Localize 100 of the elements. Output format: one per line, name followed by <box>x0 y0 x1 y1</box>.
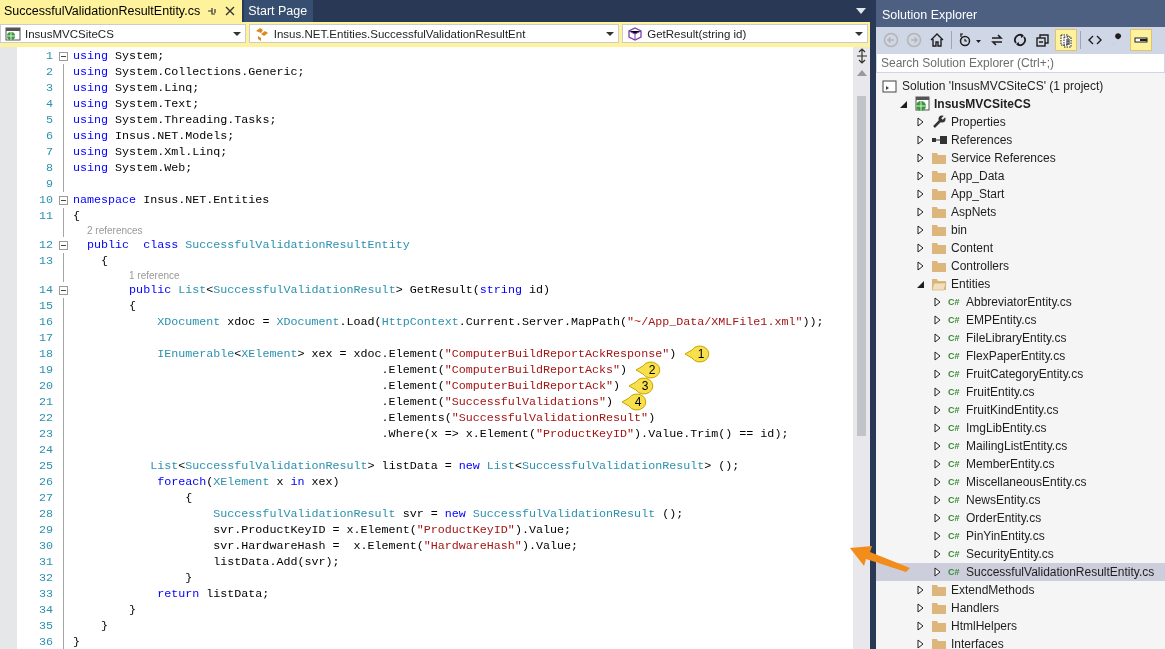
collapsed-arrow-icon[interactable] <box>916 243 926 253</box>
collapse-icon[interactable] <box>58 240 68 250</box>
collapsed-arrow-icon[interactable] <box>933 567 943 577</box>
collapsed-arrow-icon[interactable] <box>916 153 926 163</box>
scrollbar[interactable] <box>853 47 870 649</box>
tree-item[interactable]: Properties <box>876 113 1165 131</box>
csharp-file-icon: C# <box>948 441 963 451</box>
line-number: 32 <box>37 571 53 585</box>
line-number: 19 <box>37 363 53 377</box>
tree-item[interactable]: C# FruitEntity.cs <box>876 383 1165 401</box>
dropdown-caret-icon <box>855 31 863 36</box>
tree-item[interactable]: C# SuccessfulValidationResultEntity.cs <box>876 563 1165 581</box>
folder-icon <box>931 150 947 166</box>
pin-icon[interactable] <box>206 5 219 17</box>
line-number: 29 <box>37 523 53 537</box>
code-line: { <box>184 491 193 505</box>
scrollbar-thumb[interactable] <box>857 96 866 436</box>
csharp-file-icon: C# <box>948 351 963 361</box>
collapsed-arrow-icon[interactable] <box>933 459 943 469</box>
collapsed-arrow-icon[interactable] <box>916 207 926 217</box>
tree-item[interactable]: InsusMVCSiteCS <box>876 95 1165 113</box>
tree-item[interactable]: C# PinYinEntity.cs <box>876 527 1165 545</box>
tree-item[interactable]: C# MailingListEntity.cs <box>876 437 1165 455</box>
tree-item[interactable]: Controllers <box>876 257 1165 275</box>
collapsed-arrow-icon[interactable] <box>933 369 943 379</box>
collapsed-arrow-icon[interactable] <box>916 135 926 145</box>
tree-item[interactable]: App_Data <box>876 167 1165 185</box>
collapsed-arrow-icon[interactable] <box>933 531 943 541</box>
line-number: 7 <box>45 145 53 159</box>
collapsed-arrow-icon[interactable] <box>933 441 943 451</box>
code-line: .Element("ComputerBuildReportAck") <box>380 379 621 393</box>
tree-item[interactable]: C# AbbreviatorEntity.cs <box>876 293 1165 311</box>
tree-item[interactable]: C# FruitCategoryEntity.cs <box>876 365 1165 383</box>
close-icon[interactable] <box>224 5 237 17</box>
tree-item[interactable]: C# FileLibraryEntity.cs <box>876 329 1165 347</box>
collapsed-arrow-icon[interactable] <box>933 513 943 523</box>
dropdown-caret-icon[interactable] <box>856 8 866 14</box>
code-line: } <box>73 635 80 649</box>
tree-item[interactable]: Interfaces <box>876 635 1165 649</box>
collapsed-arrow-icon[interactable] <box>933 423 943 433</box>
tree-item[interactable]: C# OrderEntity.cs <box>876 509 1165 527</box>
navigation-dropdown[interactable]: Insus.NET.Entities.SuccessfulValidationResultEnt <box>248 24 620 43</box>
collapsed-arrow-icon[interactable] <box>916 639 926 649</box>
tree-item[interactable]: C# SecurityEntity.cs <box>876 545 1165 563</box>
folder-icon <box>931 636 947 649</box>
folder-icon <box>931 186 947 202</box>
collapsed-arrow-icon[interactable] <box>933 549 943 559</box>
tree-item[interactable]: HtmlHelpers <box>876 617 1165 635</box>
navigation-dropdown[interactable]: InsusMVCSiteCS <box>0 24 246 43</box>
tree-item[interactable]: C# EMPEntity.cs <box>876 311 1165 329</box>
collapsed-arrow-icon[interactable] <box>933 333 943 343</box>
code-line: List<SuccessfulValidationResult> listData = new List<SuccessfulValidationResult> (); <box>149 459 740 473</box>
tree-item[interactable]: C# ImgLibEntity.cs <box>876 419 1165 437</box>
tree-item[interactable]: ExtendMethods <box>876 581 1165 599</box>
tree-item[interactable]: Service References <box>876 149 1165 167</box>
code-line: SuccessfulValidationResult svr = new SuccessfulValidationResult (); <box>212 507 684 521</box>
collapsed-arrow-icon[interactable] <box>933 477 943 487</box>
collapsed-arrow-icon[interactable] <box>916 261 926 271</box>
collapsed-arrow-icon[interactable] <box>933 405 943 415</box>
tree-item[interactable]: References <box>876 131 1165 149</box>
tree-item[interactable]: C# MemberEntity.cs <box>876 455 1165 473</box>
tree-item[interactable]: Content <box>876 239 1165 257</box>
csharp-file-icon: C# <box>948 495 963 505</box>
tree-item[interactable]: C# FlexPaperEntity.cs <box>876 347 1165 365</box>
collapsed-arrow-icon[interactable] <box>916 171 926 181</box>
csharp-file-icon: C# <box>948 513 963 523</box>
collapse-icon[interactable] <box>58 51 68 61</box>
code-line: .Elements("SuccessfulValidationResult") <box>380 411 656 425</box>
collapsed-arrow-icon[interactable] <box>916 117 926 127</box>
collapsed-arrow-icon[interactable] <box>933 351 943 361</box>
expanded-arrow-icon[interactable] <box>899 99 909 109</box>
line-number: 26 <box>37 475 53 489</box>
search-field[interactable]: Search Solution Explorer (Ctrl+;) <box>876 53 1165 73</box>
collapsed-arrow-icon[interactable] <box>933 495 943 505</box>
collapsed-arrow-icon[interactable] <box>916 585 926 595</box>
collapsed-arrow-icon[interactable] <box>933 315 943 325</box>
collapse-icon[interactable] <box>58 195 68 205</box>
navigation-dropdown[interactable]: GetResult(string id) <box>622 24 868 43</box>
folder-icon <box>931 618 947 634</box>
collapsed-arrow-icon[interactable] <box>933 297 943 307</box>
collapsed-arrow-icon[interactable] <box>916 621 926 631</box>
file-tab[interactable]: SuccessfulValidationResultEntity.cs <box>0 0 243 22</box>
file-tab[interactable]: Start Page <box>244 0 314 22</box>
line-number: 14 <box>37 283 53 297</box>
tree-item[interactable]: AspNets <box>876 203 1165 221</box>
tree-item[interactable]: bin <box>876 221 1165 239</box>
tree-item[interactable]: Handlers <box>876 599 1165 617</box>
collapsed-arrow-icon[interactable] <box>916 225 926 235</box>
tree-item[interactable]: C# FruitKindEntity.cs <box>876 401 1165 419</box>
collapsed-arrow-icon[interactable] <box>933 387 943 397</box>
expanded-arrow-icon[interactable] <box>916 279 926 289</box>
tree-item[interactable]: Solution 'InsusMVCSiteCS' (1 project) <box>876 77 1165 95</box>
collapse-icon[interactable] <box>58 285 68 295</box>
tree-item[interactable]: Entities <box>876 275 1165 293</box>
tree-item[interactable]: App_Start <box>876 185 1165 203</box>
tree-item[interactable]: C# MiscellaneousEntity.cs <box>876 473 1165 491</box>
collapsed-arrow-icon[interactable] <box>916 603 926 613</box>
tree-item[interactable]: C# NewsEntity.cs <box>876 491 1165 509</box>
code-line: XDocument xdoc = XDocument.Load(HttpContext.Current.Server.MapPath("~/App_Data/XMLFile1.xml")); <box>156 315 824 329</box>
collapsed-arrow-icon[interactable] <box>916 189 926 199</box>
